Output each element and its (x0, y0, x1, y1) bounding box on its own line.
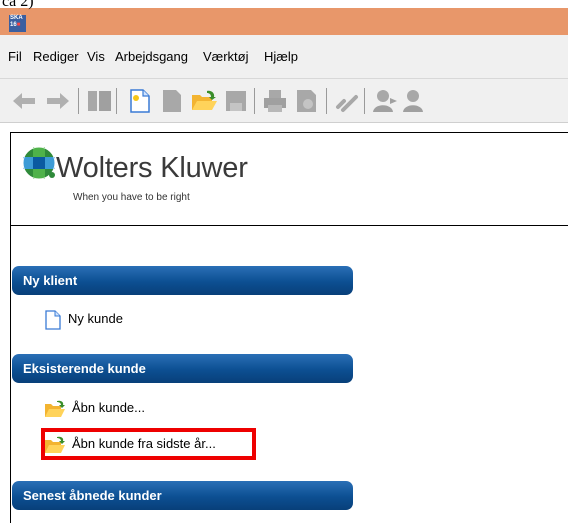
content-border (10, 226, 11, 523)
menu-bar: Fil Rediger Vis Arbejdsgang Værktøj Hjæl… (0, 35, 568, 79)
back-arrow-icon[interactable] (10, 89, 38, 113)
menu-tools[interactable]: Værktøj (203, 49, 249, 65)
toolbar (0, 79, 568, 123)
menu-view[interactable]: Vis (87, 49, 105, 65)
section-header-new-client[interactable]: Ny klient (12, 266, 353, 295)
print-preview-icon[interactable] (294, 89, 320, 113)
app-icon[interactable]: SKA 16■ (9, 15, 26, 32)
link-open-customer-label: Åbn kunde... (72, 400, 145, 415)
users-icon[interactable] (402, 89, 428, 113)
open-folder-icon[interactable] (190, 89, 218, 113)
wolters-kluwer-logo-icon (22, 146, 56, 180)
menu-workflow[interactable]: Arbejdsgang (115, 49, 188, 65)
section-header-recent-customers[interactable]: Senest åbnede kunder (12, 481, 353, 510)
section-header-existing-customer[interactable]: Eksisterende kunde (12, 354, 353, 383)
toolbar-separator (364, 88, 365, 114)
brand-name: Wolters Kluwer (56, 152, 248, 184)
new-document-icon[interactable] (128, 89, 152, 113)
toolbar-separator (326, 88, 327, 114)
save-icon[interactable] (224, 89, 248, 113)
book-icon[interactable] (86, 89, 114, 113)
print-icon[interactable] (262, 89, 288, 113)
menu-help[interactable]: Hjælp (264, 49, 298, 65)
toolbar-separator (78, 88, 79, 114)
menu-edit[interactable]: Rediger (33, 49, 79, 65)
link-open-customer[interactable]: Åbn kunde... (44, 398, 145, 418)
toolbar-separator (116, 88, 117, 114)
open-folder-icon (45, 400, 65, 417)
link-new-customer-label: Ny kunde (68, 311, 123, 326)
forward-arrow-icon[interactable] (44, 89, 72, 113)
toolbar-separator (254, 88, 255, 114)
menu-file[interactable]: Fil (8, 49, 22, 65)
link-icon[interactable] (334, 89, 360, 113)
caption-text: ca 2) (2, 0, 34, 10)
new-document-icon (45, 309, 61, 330)
caption-background (0, 0, 568, 8)
highlight-annotation-box (41, 428, 256, 460)
link-new-customer[interactable]: Ny kunde (44, 309, 123, 330)
user-icon[interactable] (372, 89, 398, 113)
brand-tagline: When you have to be right (73, 192, 190, 203)
document-icon[interactable] (160, 89, 184, 113)
title-bar[interactable]: SKA 16■ (0, 7, 568, 35)
